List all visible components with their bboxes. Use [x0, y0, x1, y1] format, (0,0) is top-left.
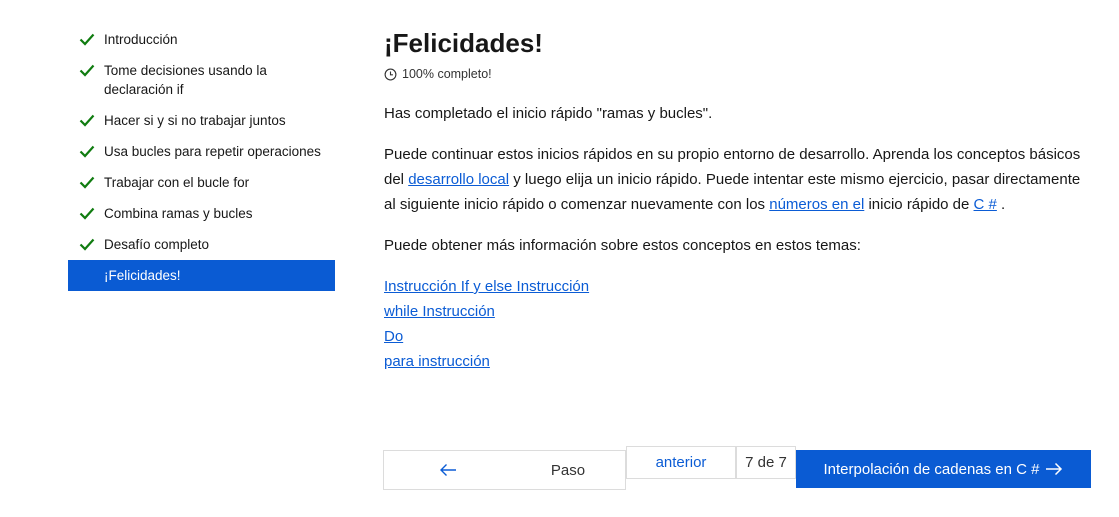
continue-text-4: . [996, 196, 1006, 213]
sidebar-item-label: Hacer si y si no trabajar juntos [104, 113, 286, 128]
sidebar-item-bucles[interactable]: Usa bucles para repetir operaciones [68, 136, 335, 167]
topic-links: Instrucción If y else Instrucción while … [384, 274, 1094, 374]
sidebar-item-label: Introducción [104, 32, 178, 47]
sidebar-item-label: Tome decisiones usando la declaración if [104, 63, 267, 97]
checkmark-icon [79, 207, 95, 220]
progress-meta: 100% completo! [384, 67, 1094, 81]
sidebar-item-bucle-for[interactable]: Trabajar con el bucle for [68, 167, 335, 198]
next-step-button[interactable]: Interpolación de cadenas en C # [796, 450, 1091, 488]
anterior-button[interactable]: anterior [626, 446, 736, 479]
next-step-label: Interpolación de cadenas en C # [823, 460, 1040, 478]
continue-paragraph: Puede continuar estos inicios rápidos en… [384, 142, 1094, 217]
sidebar-nav: Introducción Tome decisiones usando la d… [68, 24, 335, 291]
link-numeros[interactable]: números en el [769, 196, 864, 213]
sidebar-item-label: Usa bucles para repetir operaciones [104, 144, 321, 159]
sidebar-item-introduccion[interactable]: Introducción [68, 24, 335, 55]
arrow-right-icon [1046, 462, 1063, 476]
checkmark-icon [79, 176, 95, 189]
step-pager: Paso anterior 7 de 7 Interpolación de ca… [383, 446, 1091, 490]
main-content: ¡Felicidades! 100% completo! Has complet… [384, 26, 1094, 374]
continue-text-3: inicio rápido de [864, 196, 974, 213]
link-for[interactable]: para instrucción [384, 349, 490, 374]
more-info-paragraph: Puede obtener más información sobre esto… [384, 237, 861, 254]
sidebar-item-label: Combina ramas y bucles [104, 206, 253, 221]
link-do[interactable]: Do [384, 324, 403, 349]
progress-text: 100% completo! [402, 67, 492, 81]
checkmark-icon [79, 114, 95, 127]
link-csharp[interactable]: C # [974, 196, 997, 213]
sidebar-item-label: Desafío completo [104, 237, 210, 252]
arrow-left-icon [440, 464, 456, 476]
page: Introducción Tome decisiones usando la d… [0, 0, 1119, 517]
step-count: 7 de 7 [736, 446, 796, 479]
previous-step-button[interactable] [383, 450, 513, 490]
checkmark-icon [79, 64, 95, 77]
checkmark-icon [79, 145, 95, 158]
sidebar-item-felicidades[interactable]: ¡Felicidades! [68, 260, 335, 291]
clock-icon [384, 68, 397, 80]
sidebar-item-si-no[interactable]: Hacer si y si no trabajar juntos [68, 105, 335, 136]
checkmark-icon [79, 33, 95, 46]
page-title: ¡Felicidades! [384, 28, 543, 58]
sidebar-item-label: Trabajar con el bucle for [104, 175, 250, 190]
sidebar-item-label: ¡Felicidades! [104, 268, 181, 283]
link-while[interactable]: while Instrucción [384, 299, 495, 324]
completion-paragraph: Has completado el inicio rápido "ramas y… [384, 105, 713, 122]
checkmark-icon [79, 238, 95, 251]
sidebar-item-ramas-bucles[interactable]: Combina ramas y bucles [68, 198, 335, 229]
link-desarrollo-local[interactable]: desarrollo local [408, 171, 509, 188]
sidebar-item-declaracion-if[interactable]: Tome decisiones usando la declaración if [68, 55, 335, 105]
step-label: Paso [511, 450, 626, 490]
sidebar-item-desafio[interactable]: Desafío completo [68, 229, 335, 260]
link-if-else[interactable]: Instrucción If y else Instrucción [384, 274, 589, 299]
